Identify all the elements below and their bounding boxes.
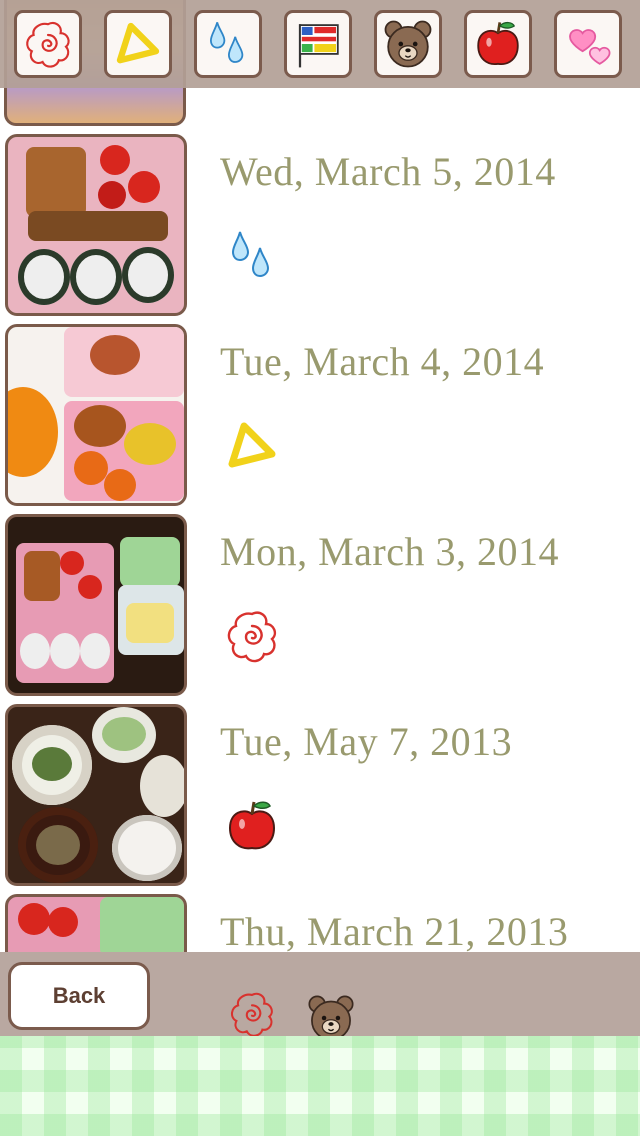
flower-filter-button[interactable] bbox=[14, 10, 82, 78]
hearts-filter-button[interactable] bbox=[554, 10, 622, 78]
triangle-icon bbox=[111, 17, 165, 71]
list-item[interactable]: Tue, March 4, 2014 bbox=[0, 320, 640, 511]
bear-filter-button[interactable] bbox=[374, 10, 442, 78]
plaid-footer-pattern bbox=[0, 1036, 640, 1136]
list-item[interactable]: Wed, March 5, 2014 bbox=[0, 130, 640, 321]
triangle-filter-button[interactable] bbox=[104, 10, 172, 78]
entry-date: Tue, March 4, 2014 bbox=[220, 339, 545, 384]
entry-photo bbox=[5, 324, 187, 506]
raindrops-filter-button[interactable] bbox=[194, 10, 262, 78]
entry-photo bbox=[5, 514, 187, 696]
list-item[interactable]: Tue, May 7, 2013 bbox=[0, 700, 640, 891]
list-item[interactable]: Mon, March 3, 2014 bbox=[0, 510, 640, 701]
entry-date: Wed, March 5, 2014 bbox=[220, 149, 556, 194]
entry-photo bbox=[5, 134, 187, 316]
bear-icon bbox=[381, 17, 435, 71]
triangle-icon bbox=[222, 416, 282, 476]
flower-icon bbox=[222, 988, 282, 1040]
flower-icon bbox=[21, 17, 75, 71]
flag-icon bbox=[291, 17, 345, 71]
apple-icon bbox=[222, 796, 282, 856]
back-button[interactable]: Back bbox=[8, 962, 150, 1030]
flag-filter-button[interactable] bbox=[284, 10, 352, 78]
hearts-icon bbox=[561, 17, 615, 71]
entry-date: Tue, May 7, 2013 bbox=[220, 719, 513, 764]
raindrops-icon bbox=[222, 226, 282, 286]
apple-filter-button[interactable] bbox=[464, 10, 532, 78]
entry-date: Mon, March 3, 2014 bbox=[220, 529, 559, 574]
entry-photo bbox=[5, 704, 187, 886]
raindrops-icon bbox=[201, 17, 255, 71]
entry-date: Thu, March 21, 2013 bbox=[220, 909, 569, 954]
flower-icon bbox=[222, 606, 282, 666]
apple-icon bbox=[471, 17, 525, 71]
